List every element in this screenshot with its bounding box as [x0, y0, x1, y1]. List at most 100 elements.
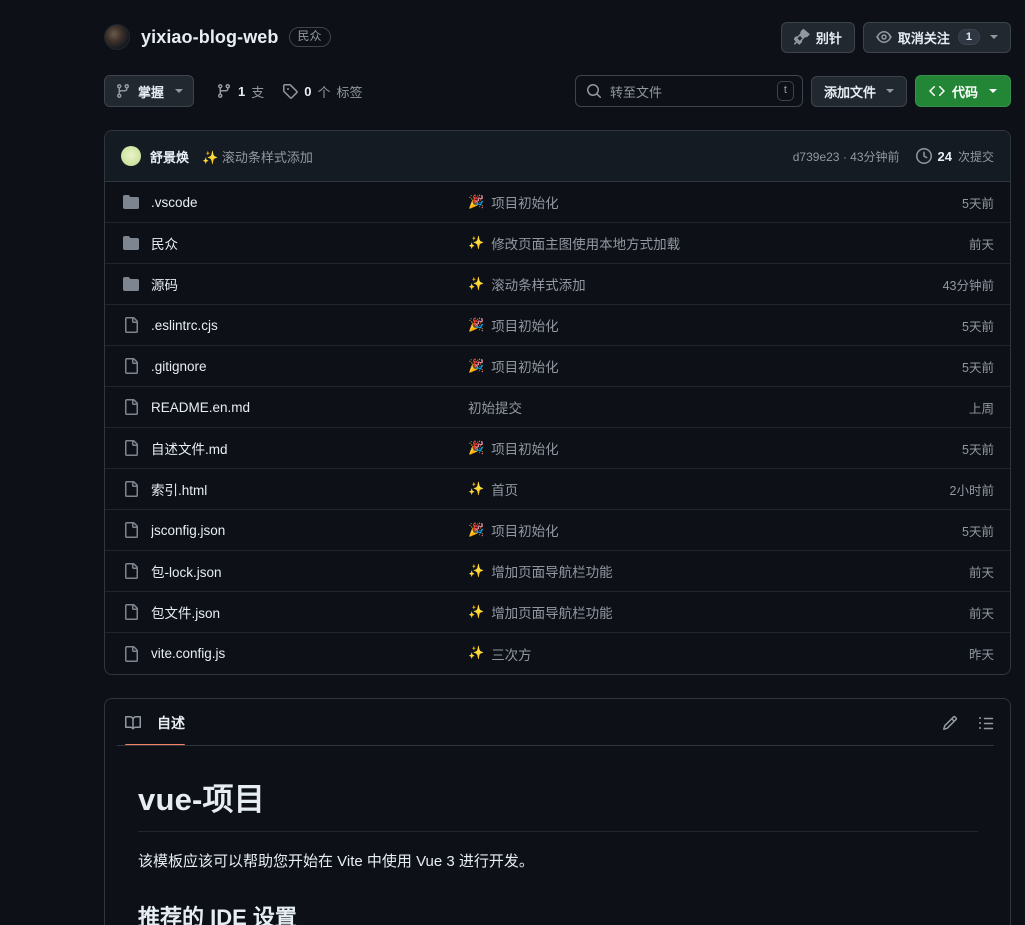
sparkles-icon: ✨	[468, 481, 485, 497]
code-label: 代码	[951, 84, 978, 100]
pin-button[interactable]: 别针	[780, 21, 855, 53]
chevron-down-icon	[989, 89, 997, 93]
sparkles-icon: ✨	[468, 563, 485, 579]
file-link[interactable]: 索引.html	[123, 479, 468, 499]
edit-pencil-icon[interactable]	[942, 715, 958, 731]
table-row[interactable]: 民众 ✨ 修改页面主图使用本地方式加载 前天	[105, 223, 1010, 264]
directory-link[interactable]: 源码	[123, 274, 468, 294]
pin-icon	[793, 29, 810, 45]
file-link[interactable]: .eslintrc.cjs	[123, 317, 468, 333]
sparkles-icon: ✨	[468, 235, 485, 251]
branch-label: 掌握	[138, 84, 165, 100]
sparkles-icon: ✨	[468, 646, 485, 661]
tab-readme-label: 自述	[157, 714, 185, 731]
file-link[interactable]: 自述文件.md	[123, 438, 468, 458]
commit-relative-time: 5天前	[962, 524, 994, 539]
pin-label: 别针	[815, 30, 842, 46]
watch-count: 1	[957, 29, 980, 45]
table-row[interactable]: README.en.md 初始提交 上周	[105, 387, 1010, 428]
branch-icon	[216, 83, 232, 99]
commit-hash-and-time[interactable]: d739e23 · 43分钟前	[793, 148, 900, 165]
commit-message-link[interactable]: ✨ 增加页面导航栏功能	[468, 602, 902, 622]
chevron-down-icon	[175, 89, 184, 93]
owner-avatar[interactable]	[104, 24, 130, 50]
table-row[interactable]: jsconfig.json 🎉 项目初始化 5天前	[105, 510, 1010, 551]
tags-number: 0	[304, 83, 312, 99]
file-link[interactable]: vite.config.js	[123, 645, 468, 662]
commit-message-link[interactable]: ✨ 滚动条样式添加	[468, 274, 902, 294]
file-link[interactable]: jsconfig.json	[123, 522, 468, 538]
file-link[interactable]: README.en.md	[123, 399, 468, 415]
commit-relative-time: 前天	[968, 237, 994, 252]
file-name: 索引.html	[151, 483, 208, 498]
go-to-file-input[interactable]: 转至文件 t	[574, 75, 803, 107]
tags-word: 标签	[336, 84, 363, 100]
repo-toolbar: 掌握 1 支 0 个 标签 转至文件 t 添加文件 代码	[104, 74, 1011, 108]
commit-relative-time: 5天前	[962, 319, 994, 334]
outline-list-icon[interactable]	[978, 715, 994, 731]
table-row[interactable]: 包-lock.json ✨ 增加页面导航栏功能 前天	[105, 551, 1010, 592]
watch-button[interactable]: 取消关注 1	[862, 21, 1011, 53]
commit-message-link[interactable]: 初始提交	[468, 397, 902, 417]
table-row[interactable]: .gitignore 🎉 项目初始化 5天前	[105, 346, 1010, 387]
commit-message-link[interactable]: ✨ 增加页面导航栏功能	[468, 561, 902, 581]
code-button[interactable]: 代码	[914, 75, 1011, 107]
tags-count[interactable]: 0 个 标签	[282, 82, 363, 101]
file-name: 包文件.json	[151, 606, 221, 621]
commit-message-link[interactable]: 🎉 项目初始化	[468, 520, 902, 540]
table-row[interactable]: vite.config.js ✨ 三次方 昨天	[105, 633, 1010, 674]
latest-commit-bar: 舒景焕 ✨ 滚动条样式添加 d739e23 · 43分钟前 24 次提交	[105, 131, 1010, 182]
commit-author-name[interactable]: 舒景焕	[150, 147, 189, 166]
commit-message-link[interactable]: 🎉 项目初始化	[468, 192, 902, 212]
commit-relative-time: 昨天	[968, 648, 994, 662]
commit-message-link[interactable]: ✨ 修改页面主图使用本地方式加载	[468, 233, 902, 253]
table-row[interactable]: 包文件.json ✨ 增加页面导航栏功能 前天	[105, 592, 1010, 633]
commit-relative-time: 2小时前	[949, 483, 994, 498]
latest-commit-message-text: 滚动条样式添加	[221, 149, 313, 165]
table-row[interactable]: 源码 ✨ 滚动条样式添加 43分钟前	[105, 264, 1010, 305]
file-name: 自述文件.md	[151, 442, 228, 457]
tab-readme[interactable]: 自述	[117, 699, 193, 746]
table-row[interactable]: 索引.html ✨ 首页 2小时前	[105, 469, 1010, 510]
directory-link[interactable]: 民众	[123, 233, 468, 253]
commit-relative-time: 5天前	[962, 360, 994, 375]
latest-commit-message[interactable]: ✨ 滚动条样式添加	[202, 147, 313, 166]
commit-message-link[interactable]: ✨ 三次方	[468, 644, 902, 664]
chevron-down-icon[interactable]	[990, 35, 998, 39]
search-key-hint: t	[776, 81, 794, 101]
file-icon	[123, 645, 139, 662]
file-link[interactable]: 包-lock.json	[123, 561, 468, 581]
commit-author-avatar[interactable]	[121, 146, 141, 166]
commit-message-text: 增加页面导航栏功能	[491, 565, 613, 580]
commit-relative-time: 前天	[968, 606, 994, 621]
search-icon	[586, 83, 602, 99]
commit-message-link[interactable]: ✨ 首页	[468, 479, 902, 499]
branches-count[interactable]: 1 支	[216, 82, 264, 101]
commit-message-link[interactable]: 🎉 项目初始化	[468, 315, 902, 335]
commit-message-link[interactable]: 🎉 项目初始化	[468, 356, 902, 376]
commit-message-text: 项目初始化	[491, 196, 559, 211]
branch-selector[interactable]: 掌握	[104, 75, 195, 107]
file-icon	[123, 399, 139, 415]
chevron-down-icon	[885, 89, 894, 93]
file-name: .vscode	[151, 194, 198, 210]
commit-meta: d739e23 · 43分钟前 24 次提交	[793, 148, 994, 165]
party-popper-icon: 🎉	[468, 440, 485, 456]
file-link[interactable]: 包文件.json	[123, 602, 468, 622]
toolbar-right: 转至文件 t 添加文件 代码	[574, 75, 1011, 107]
directory-link[interactable]: .vscode	[123, 194, 468, 210]
commit-message-link[interactable]: 🎉 项目初始化	[468, 438, 902, 458]
add-file-button[interactable]: 添加文件	[810, 75, 907, 107]
commit-history-link[interactable]: 24 次提交	[915, 148, 994, 165]
file-list: .vscode 🎉 项目初始化 5天前 民众 ✨ 修改页面主图使用本地方式加载 前天 源码 ✨ 滚动…	[105, 182, 1010, 674]
commit-message-text: 项目初始化	[491, 360, 559, 375]
table-row[interactable]: 自述文件.md 🎉 项目初始化 5天前	[105, 428, 1010, 469]
readme-heading: vue-项目	[138, 774, 978, 832]
repo-name[interactable]: yixiao-blog-web	[141, 27, 279, 48]
commit-message-text: 项目初始化	[491, 442, 559, 457]
commit-relative-time: 43分钟前	[942, 278, 994, 293]
file-icon	[123, 317, 139, 333]
table-row[interactable]: .eslintrc.cjs 🎉 项目初始化 5天前	[105, 305, 1010, 346]
table-row[interactable]: .vscode 🎉 项目初始化 5天前	[105, 182, 1010, 223]
file-link[interactable]: .gitignore	[123, 358, 468, 374]
